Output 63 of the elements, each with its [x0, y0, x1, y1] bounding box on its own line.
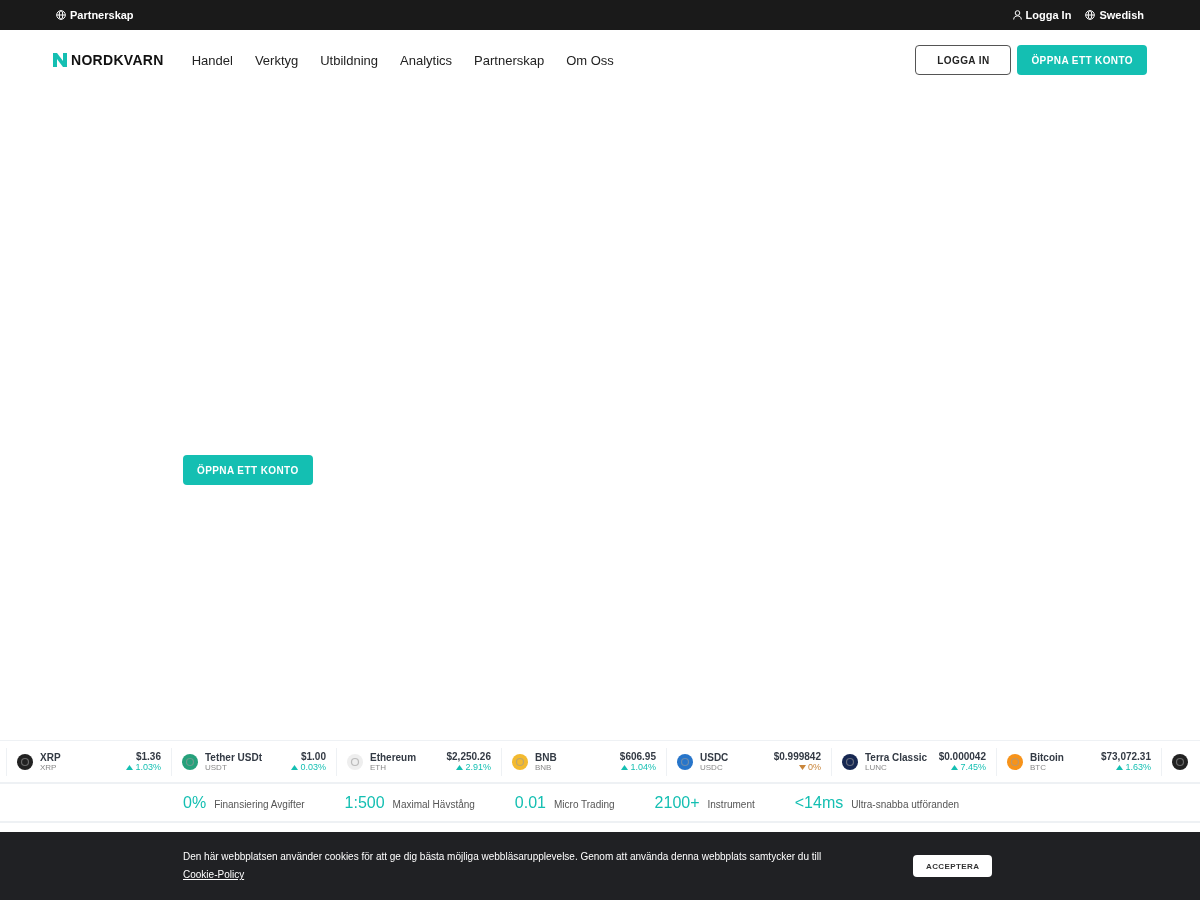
- price-change: 1.63%: [1125, 762, 1151, 772]
- price-change: 7.45%: [960, 762, 986, 772]
- coin-price: $73,072.31: [1100, 751, 1151, 762]
- language-selector[interactable]: Swedish: [1085, 9, 1144, 21]
- coin-name: Tether USDt: [205, 751, 263, 763]
- stat-value: <14ms: [794, 793, 844, 812]
- coin-symbol: BNB: [535, 762, 552, 772]
- logo-text: NORDKVARN: [71, 52, 164, 68]
- coin-symbol: XRP: [40, 762, 57, 772]
- up-arrow-icon: [126, 764, 134, 770]
- coin-price: $1.36: [135, 751, 161, 762]
- coin-price: $1.00: [300, 751, 326, 762]
- coin-symbol: LUNC: [865, 762, 887, 772]
- nav-link[interactable]: Handel: [191, 52, 233, 68]
- stat-value: 0%: [183, 793, 207, 812]
- coin-name: USDC: [700, 751, 729, 763]
- price-change: 2.91%: [465, 762, 491, 772]
- price-change: 0%: [808, 762, 821, 772]
- up-arrow-icon: [291, 764, 299, 770]
- coin-name: BNB: [535, 751, 557, 763]
- coin-price: $2,250.26: [446, 751, 491, 762]
- accept-button[interactable]: ACCEPTERA: [913, 855, 993, 877]
- stat-value: 1:500: [344, 793, 385, 812]
- coin-price: $0.000042: [938, 751, 986, 762]
- coin-symbol: ETH: [370, 762, 386, 772]
- coin-name: Bitcoin: [1030, 751, 1064, 763]
- coin-name: XRP: [40, 751, 61, 763]
- coin-price: $606.95: [619, 751, 656, 762]
- coin-symbol: BTC: [1030, 762, 1046, 772]
- nav-link[interactable]: Om Oss: [566, 52, 614, 68]
- login-link[interactable]: Logga In: [1012, 9, 1072, 21]
- globe-icon: [1085, 10, 1096, 20]
- partner-link[interactable]: Partnerskap: [56, 9, 134, 21]
- cookie-policy-link[interactable]: Cookie-Policy: [183, 869, 245, 880]
- nav-link[interactable]: Partnerskap: [474, 52, 545, 68]
- up-arrow-icon: [456, 764, 464, 770]
- stat-label: Finansiering Avgifter: [214, 798, 305, 810]
- price-change: 0.03%: [300, 762, 326, 772]
- coin-symbol: USDC: [700, 762, 723, 772]
- coin-price: $0.999842: [773, 751, 821, 762]
- stat-label: Ultra-snabba utföranden: [851, 798, 960, 810]
- login-button[interactable]: LOGGA IN: [915, 45, 1012, 75]
- nav-link[interactable]: Utbildning: [320, 52, 379, 68]
- down-arrow-icon: [799, 764, 806, 770]
- up-arrow-icon: [1116, 764, 1124, 770]
- coin-name: Ethereum: [370, 751, 417, 763]
- stat-value: 2100+: [654, 793, 700, 812]
- user-icon: [1012, 10, 1022, 20]
- stat-label: Instrument: [707, 798, 755, 810]
- stat-label: Micro Trading: [554, 798, 615, 810]
- stat-value: 0.01: [514, 793, 546, 812]
- price-change: 1.03%: [135, 762, 161, 772]
- logo-icon: [53, 53, 67, 67]
- stat-label: Maximal Hävstång: [392, 798, 475, 810]
- globe-icon: [56, 10, 66, 20]
- up-arrow-icon: [621, 764, 629, 770]
- coin-name: Terra Classic: [865, 751, 928, 763]
- coin-symbol: USDT: [205, 762, 227, 772]
- cookie-text: Den här webbplatsen använder cookies för att ge dig bästa möjliga webbläsarupplevelse. Genom att använda denna webbplats samtycker du till Cookie-Policy: [183, 850, 823, 882]
- price-change: 1.04%: [630, 762, 656, 772]
- nav-link[interactable]: Verktyg: [254, 52, 299, 68]
- up-arrow-icon: [951, 764, 959, 770]
- nav-link[interactable]: Analytics: [400, 52, 453, 68]
